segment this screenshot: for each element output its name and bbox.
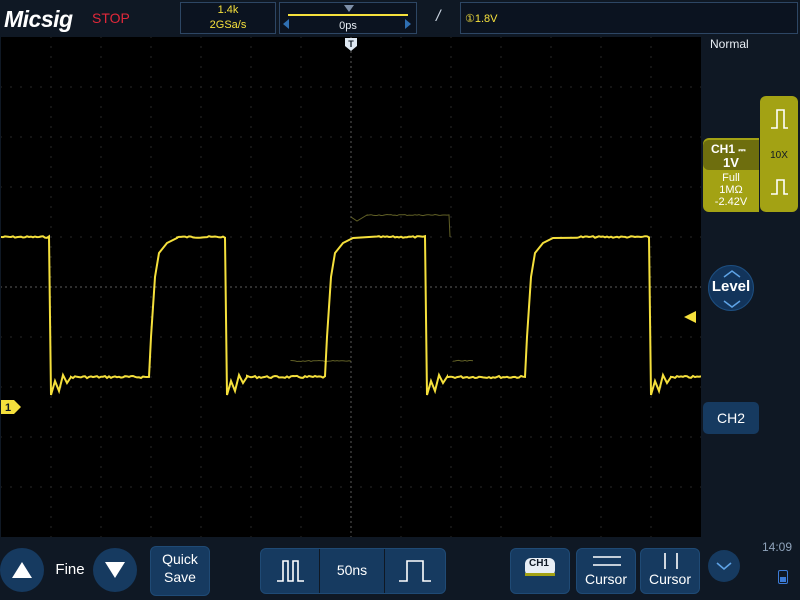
horizontal-position-value: 0ps: [339, 20, 357, 32]
timebase-value[interactable]: 50ns: [320, 562, 384, 578]
sample-rate: 2GSa/s: [209, 19, 247, 31]
run-stop-status[interactable]: STOP: [92, 10, 130, 26]
trigger-time-marker: T: [345, 38, 357, 51]
quick-save-line2: Save: [164, 569, 196, 585]
top-status-bar: Micsig STOP 1.4k 2GSa/s 0ps / ①1.8V: [0, 0, 800, 36]
trigger-settings-box[interactable]: ①1.8V: [460, 2, 798, 34]
ch1-label: CH1 ⎓: [711, 142, 746, 156]
chevron-down-icon: [723, 300, 741, 308]
ch1-select-button[interactable]: [510, 548, 570, 594]
ch1-waveform: [1, 234, 701, 396]
timebase-increase-button[interactable]: [385, 549, 445, 593]
cursor-vertical-label: Cursor: [648, 571, 691, 587]
acquisition-info[interactable]: 1.4k 2GSa/s: [180, 2, 276, 34]
ch1-ground-marker: 1: [1, 400, 21, 414]
cursor-horizontal-label: Cursor: [584, 571, 627, 587]
battery-icon: [778, 570, 788, 584]
rising-edge-icon[interactable]: /: [436, 8, 440, 26]
ch2-button-label: CH2: [716, 410, 745, 426]
horizontal-cursor-icon: [593, 556, 621, 566]
triangle-up-icon: [12, 562, 32, 578]
rising-pulse-icon: [771, 109, 788, 129]
ch1-vertical-scale: 1V: [723, 155, 739, 170]
wide-pulse-icon: [399, 560, 431, 582]
position-right-arrow-icon[interactable]: [405, 19, 411, 29]
dc-coupling-icon: ⎓: [738, 145, 746, 155]
ch1-select-label: CH1: [528, 558, 549, 569]
trigger-time-label: T: [348, 39, 354, 49]
chevron-up-icon: [723, 270, 741, 278]
brand-logo: Micsig: [4, 6, 73, 32]
expand-menu-button[interactable]: [708, 550, 740, 582]
trigger-level-marker[interactable]: [684, 311, 696, 323]
ch1-bandwidth: Full: [722, 172, 740, 184]
waveform-canvas: T 1: [1, 37, 701, 537]
fine-up-button[interactable]: [0, 548, 44, 592]
ch1-impedance: 1MΩ: [719, 184, 743, 196]
quick-save-line1: Quick: [162, 551, 198, 567]
timebase-decrease-button[interactable]: [261, 549, 319, 593]
memory-window-bar: [288, 14, 408, 16]
vertical-cursor-icon: [664, 553, 678, 569]
trigger-mode[interactable]: Normal: [710, 37, 749, 51]
falling-pulse-icon: [771, 179, 788, 195]
fine-label: Fine: [55, 561, 85, 578]
trigger-level-value: ①1.8V: [465, 13, 498, 25]
fine-down-button[interactable]: [93, 548, 137, 592]
narrow-pulse-icon: [277, 560, 304, 582]
waveform-display[interactable]: T 1: [1, 37, 701, 537]
level-button-label: Level: [711, 278, 751, 295]
horizontal-position-box[interactable]: 0ps: [279, 2, 417, 34]
graticule-grid: [1, 37, 701, 537]
memory-depth: 1.4k: [217, 4, 239, 16]
ch1-offset: -2.42V: [714, 196, 748, 208]
position-left-arrow-icon[interactable]: [283, 19, 289, 29]
triangle-down-icon: [105, 562, 125, 578]
ch1-marker-label: 1: [5, 402, 11, 414]
clock: 14:09: [762, 540, 793, 554]
chevron-down-icon: [716, 562, 732, 571]
probe-ratio[interactable]: 10X: [760, 150, 798, 161]
trigger-position-marker: [344, 5, 354, 12]
